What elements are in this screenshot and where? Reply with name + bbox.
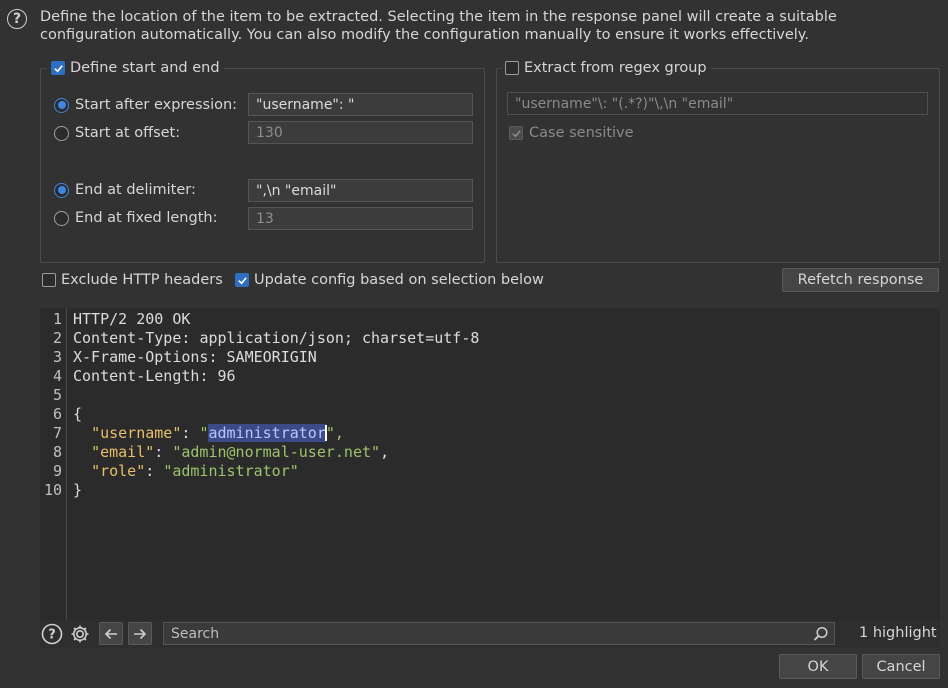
json-open-brace: { [73, 405, 83, 423]
extract-regex-label: Extract from regex group [524, 60, 707, 76]
case-sensitive-label: Case sensitive [529, 125, 634, 141]
json-close-brace: } [73, 481, 83, 499]
checkmark-icon [237, 276, 247, 284]
end-fixed-length-radio[interactable] [54, 210, 69, 226]
json-key: "username" [91, 424, 182, 442]
help-icon[interactable]: ? [7, 9, 27, 29]
json-trail: , [380, 443, 390, 461]
line-number: 2 [52, 329, 62, 347]
header-name: X-Frame-Options [73, 348, 209, 366]
case-sensitive-row: Case sensitive [509, 124, 634, 142]
line-number: 3 [52, 348, 62, 366]
back-arrow-icon[interactable] [99, 622, 123, 645]
status-line: HTTP/2 200 OK [73, 310, 191, 328]
start-after-label: Start after expression: [75, 97, 238, 113]
header-value: SAMEORIGIN [226, 348, 317, 366]
end-delimiter-radio-row[interactable]: End at delimiter: [54, 181, 196, 199]
exclude-headers-label: Exclude HTTP headers [61, 272, 223, 288]
json-value: "admin@normal-user.net" [172, 443, 381, 461]
define-start-end-checkbox[interactable] [51, 61, 65, 75]
update-config-checkbox[interactable] [235, 273, 249, 287]
description-text: Define the location of the item to be ex… [40, 8, 920, 44]
header-name: Content-Type [73, 329, 182, 347]
refetch-response-button[interactable]: Refetch response [782, 268, 939, 292]
case-sensitive-checkbox [509, 126, 523, 140]
cancel-button[interactable]: Cancel [862, 654, 940, 679]
header-value: application/json; charset=utf-8 [199, 329, 480, 347]
extract-regex-checkbox[interactable] [505, 61, 519, 75]
checkmark-icon [511, 129, 521, 137]
search-input[interactable]: Search [163, 622, 835, 645]
end-fixed-length-input[interactable]: 13 [248, 207, 473, 230]
line-number-gutter: 1 2 3 4 5 6 7 8 9 10 [40, 308, 67, 620]
end-fixed-length-label: End at fixed length: [75, 210, 218, 226]
end-delimiter-label: End at delimiter: [75, 182, 196, 198]
line-number: 5 [52, 386, 62, 404]
line-number: 10 [43, 481, 62, 499]
forward-arrow-icon[interactable] [128, 622, 152, 645]
line-number: 8 [52, 443, 62, 461]
end-fixed-radio-row[interactable]: End at fixed length: [54, 209, 217, 227]
regex-group-legend[interactable]: Extract from regex group [501, 59, 711, 77]
start-offset-radio[interactable] [54, 125, 69, 141]
line-number: 7 [52, 424, 62, 442]
header-name: Content-Length [73, 367, 200, 385]
search-placeholder: Search [171, 625, 220, 642]
exclude-headers-checkbox[interactable] [42, 273, 56, 287]
end-delimiter-input[interactable]: ",\n "email" [248, 179, 473, 202]
settings-icon[interactable] [69, 623, 91, 645]
line-number: 9 [52, 462, 62, 480]
start-after-radio[interactable] [54, 97, 69, 113]
start-offset-radio-row[interactable]: Start at offset: [54, 124, 180, 142]
start-offset-label: Start at offset: [75, 125, 181, 141]
start-end-group-legend[interactable]: Define start and end [47, 59, 224, 77]
define-start-end-label: Define start and end [70, 60, 220, 76]
help-icon[interactable]: ? [41, 623, 63, 645]
description-line-1: Define the location of the item to be ex… [40, 9, 837, 25]
svg-text:?: ? [48, 628, 56, 643]
ok-button[interactable]: OK [779, 654, 857, 679]
line-number: 4 [52, 367, 62, 385]
end-delimiter-radio[interactable] [54, 182, 69, 198]
header-line: X-Frame-Options: SAMEORIGIN [73, 348, 317, 366]
header-line: Content-Length: 96 [73, 367, 236, 385]
start-after-radio-row[interactable]: Start after expression: [54, 96, 237, 114]
json-field-username: "username": "administrator", [91, 424, 344, 442]
start-offset-input[interactable]: 130 [248, 121, 473, 144]
json-key: "email" [91, 443, 155, 461]
highlight-count: 1 highlight [859, 625, 937, 641]
json-key: "role" [91, 462, 146, 480]
json-value: "administrator" [163, 462, 299, 480]
line-number: 6 [52, 405, 62, 423]
header-value: 96 [217, 367, 236, 385]
regex-input[interactable]: "username"\: "(.*?)"\,\n "email" [507, 92, 928, 115]
json-quote-close: ", [325, 424, 344, 442]
json-field-role: "role": "administrator" [91, 462, 299, 480]
line-number: 1 [52, 310, 62, 328]
description-line-2: configuration automatically. You can als… [40, 27, 809, 43]
exclude-headers-row[interactable]: Exclude HTTP headers [42, 271, 223, 289]
update-config-row[interactable]: Update config based on selection below [235, 271, 544, 289]
checkmark-icon [53, 64, 63, 72]
update-config-label: Update config based on selection below [254, 272, 544, 288]
header-line: Content-Type: application/json; charset=… [73, 329, 480, 347]
json-field-email: "email": "admin@normal-user.net", [91, 443, 390, 461]
search-icon[interactable] [812, 625, 830, 643]
selected-text[interactable]: administrator [208, 424, 326, 442]
start-after-input[interactable]: "username": " [248, 93, 473, 116]
